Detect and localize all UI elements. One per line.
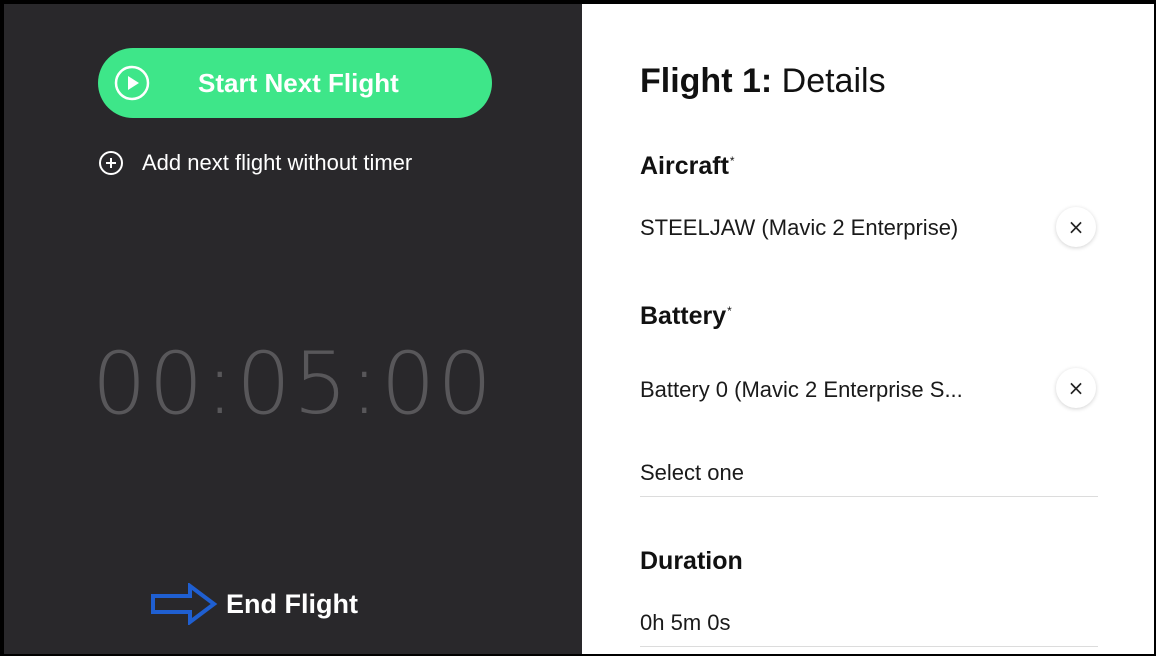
close-icon: × (1067, 376, 1085, 400)
required-mark: * (727, 304, 732, 318)
duration-label: Duration (640, 547, 743, 575)
battery-value: Battery 0 (Mavic 2 Enterprise S... (640, 377, 963, 402)
add-flight-without-timer-link[interactable]: Add next flight without timer (98, 148, 412, 178)
plus-circle-icon (99, 151, 123, 175)
title-details: Details (772, 62, 886, 100)
aircraft-label-text: Aircraft (640, 152, 729, 180)
duration-value: 0h 5m 0s (640, 610, 731, 635)
close-icon: × (1067, 215, 1085, 239)
battery-label: Battery* (640, 302, 732, 331)
battery-label-text: Battery (640, 302, 727, 330)
aircraft-label: Aircraft* (640, 152, 735, 181)
right-arrow-icon (151, 583, 218, 625)
flight-details-panel: Flight 1: Details Aircraft* STEELJAW (Ma… (582, 4, 1154, 654)
aircraft-value: STEELJAW (Mavic 2 Enterprise) (640, 215, 959, 240)
start-next-flight-button[interactable]: Start Next Flight (98, 48, 492, 118)
end-flight-button[interactable]: End Flight (226, 589, 358, 620)
add-flight-label: Add next flight without timer (142, 150, 413, 175)
end-flight-area: End Flight (150, 582, 358, 626)
timer-value: 00:05:00 (91, 334, 495, 434)
battery-select-field[interactable]: Select one (640, 454, 1098, 497)
title-flight-number: Flight 1: (640, 62, 773, 100)
clear-battery-button[interactable]: × (1056, 368, 1096, 408)
start-next-flight-label: Start Next Flight (198, 68, 399, 98)
timer-panel: Start Next Flight Add next flight withou… (4, 4, 582, 654)
select-placeholder: Select one (640, 460, 744, 485)
page-title: Flight 1: Details (640, 62, 886, 101)
duration-field[interactable]: 0h 5m 0s (640, 604, 1098, 647)
app-window: Start Next Flight Add next flight withou… (0, 0, 1156, 656)
flight-timer: 00:05:00 (4, 334, 582, 434)
required-mark: * (729, 154, 735, 168)
clear-aircraft-button[interactable]: × (1056, 207, 1096, 247)
play-circle-icon (114, 65, 150, 101)
